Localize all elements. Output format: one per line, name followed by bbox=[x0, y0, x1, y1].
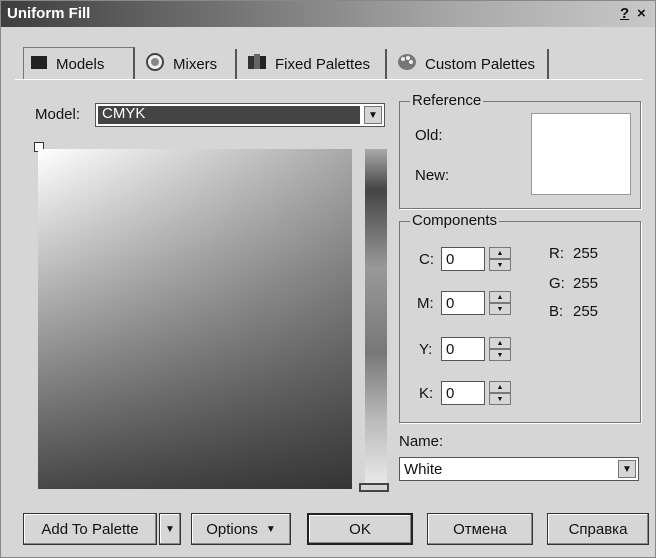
hue-slider[interactable] bbox=[365, 149, 387, 489]
r-label: R: bbox=[549, 245, 564, 262]
paint-palette-icon bbox=[397, 53, 417, 75]
old-label: Old: bbox=[415, 127, 443, 144]
chevron-down-icon: ▼ bbox=[265, 523, 276, 535]
name-value: White bbox=[404, 461, 443, 478]
tab-models-label: Models bbox=[56, 55, 105, 73]
options-label: Options bbox=[206, 520, 258, 538]
components-title: Components bbox=[410, 212, 500, 229]
m-label: M: bbox=[417, 295, 434, 312]
spin-up-icon[interactable]: ▲ bbox=[489, 337, 511, 349]
c-spinner[interactable]: 0 ▲ ▼ bbox=[441, 247, 513, 271]
title-bar: Uniform Fill ? × bbox=[1, 1, 655, 27]
y-field[interactable]: 0 bbox=[441, 337, 485, 361]
cancel-label: Отмена bbox=[453, 520, 507, 538]
k-spinner[interactable]: 0 ▲ ▼ bbox=[441, 381, 513, 405]
add-to-palette-label: Add To Palette bbox=[41, 520, 139, 538]
b-label: B: bbox=[549, 303, 564, 320]
ok-label: OK bbox=[349, 520, 371, 538]
model-label: Model: bbox=[35, 106, 81, 123]
spin-up-icon[interactable]: ▲ bbox=[489, 291, 511, 303]
tab-custom-palettes[interactable]: Custom Palettes bbox=[391, 49, 549, 79]
y-label: Y: bbox=[419, 341, 433, 358]
tab-mixers-label: Mixers bbox=[173, 55, 218, 73]
tab-custom-palettes-label: Custom Palettes bbox=[425, 55, 536, 73]
uniform-fill-dialog: Uniform Fill ? × Models Mixers Fixed Pal… bbox=[0, 0, 656, 558]
tab-models[interactable]: Models bbox=[23, 47, 135, 80]
r-value: 255 bbox=[573, 245, 599, 262]
spin-down-icon[interactable]: ▼ bbox=[489, 393, 511, 405]
options-button[interactable]: Options ▼ bbox=[191, 513, 291, 545]
chevron-down-icon[interactable]: ▼ bbox=[618, 460, 636, 478]
window-title: Uniform Fill bbox=[7, 5, 91, 22]
hue-slider-handle[interactable] bbox=[359, 483, 389, 492]
square-icon bbox=[30, 54, 48, 74]
y-spinner[interactable]: 0 ▲ ▼ bbox=[441, 337, 513, 361]
name-select[interactable]: White ▼ bbox=[399, 457, 639, 481]
ok-button[interactable]: OK bbox=[307, 513, 413, 545]
add-to-palette-dropdown[interactable]: ▼ bbox=[159, 513, 181, 545]
model-select[interactable]: CMYK ▼ bbox=[95, 103, 385, 127]
c-field[interactable]: 0 bbox=[441, 247, 485, 271]
b-value: 255 bbox=[573, 303, 599, 320]
tab-fixed-palettes-label: Fixed Palettes bbox=[275, 55, 371, 73]
close-button[interactable]: × bbox=[637, 5, 646, 22]
spin-up-icon[interactable]: ▲ bbox=[489, 247, 511, 259]
help-title-button[interactable]: ? bbox=[620, 5, 629, 22]
k-label: K: bbox=[419, 385, 434, 402]
new-label: New: bbox=[415, 167, 450, 184]
spin-up-icon[interactable]: ▲ bbox=[489, 381, 511, 393]
components-group: Components bbox=[399, 212, 641, 423]
g-label: G: bbox=[549, 275, 565, 292]
reference-title: Reference bbox=[410, 92, 484, 109]
spin-down-icon[interactable]: ▼ bbox=[489, 259, 511, 271]
name-label: Name: bbox=[399, 433, 444, 450]
palette-book-icon bbox=[247, 53, 267, 75]
spin-down-icon[interactable]: ▼ bbox=[489, 303, 511, 315]
tab-fixed-palettes[interactable]: Fixed Palettes bbox=[241, 49, 387, 79]
help-button[interactable]: Справка bbox=[547, 513, 649, 545]
add-to-palette-button[interactable]: Add To Palette bbox=[23, 513, 157, 545]
k-field[interactable]: 0 bbox=[441, 381, 485, 405]
chevron-down-icon[interactable]: ▼ bbox=[364, 106, 382, 124]
tab-mixers[interactable]: Mixers bbox=[139, 49, 237, 79]
color-field[interactable] bbox=[38, 149, 352, 489]
m-spinner[interactable]: 0 ▲ ▼ bbox=[441, 291, 513, 315]
help-label: Справка bbox=[568, 520, 628, 538]
chevron-down-icon: ▼ bbox=[165, 523, 175, 535]
m-field[interactable]: 0 bbox=[441, 291, 485, 315]
g-value: 255 bbox=[573, 275, 599, 292]
circle-icon bbox=[145, 52, 165, 76]
c-label: C: bbox=[419, 251, 434, 268]
spin-down-icon[interactable]: ▼ bbox=[489, 349, 511, 361]
reference-swatch bbox=[531, 113, 631, 195]
model-value: CMYK bbox=[102, 105, 146, 122]
cancel-button[interactable]: Отмена bbox=[427, 513, 533, 545]
